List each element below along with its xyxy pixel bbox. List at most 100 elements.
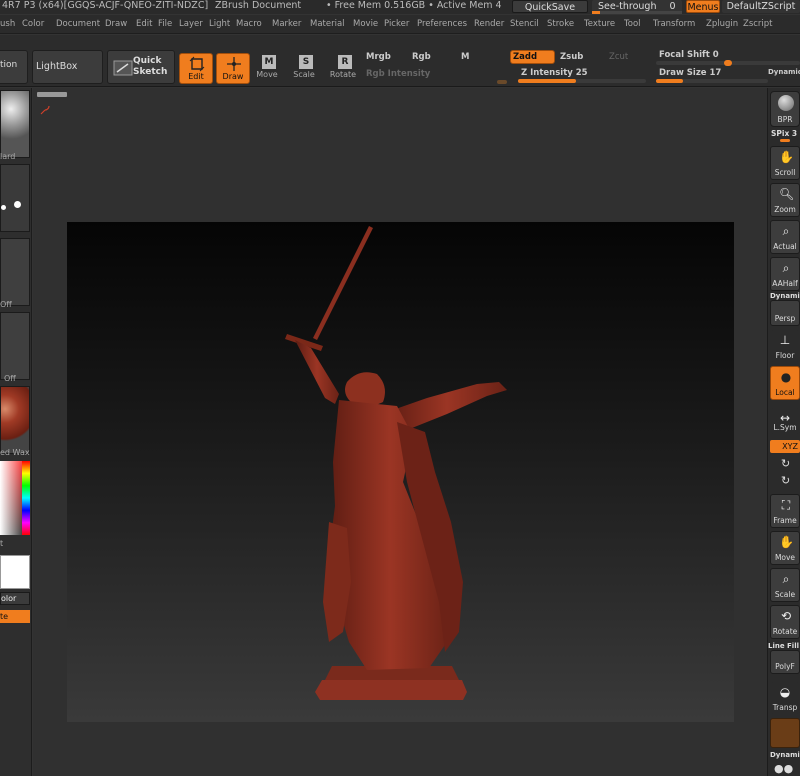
menu-bar: ush Color Document Draw Edit File Layer … [0,15,800,34]
alpha-thumbnail[interactable] [0,238,30,306]
lsym-button[interactable]: ↔ L.Sym [770,408,800,434]
edit-icon [189,56,205,72]
menu-zscript[interactable]: Zscript [743,19,773,29]
menu-macro[interactable]: Macro [236,19,262,29]
material-thumbnail[interactable] [0,386,30,454]
lightbox-button[interactable]: LightBox [32,50,103,84]
stroke-dot-icon [1,205,6,210]
line-fill-label: Line Fill [768,642,800,650]
switch-color-button[interactable]: olor [0,592,30,605]
statue-base [315,680,467,700]
m-button[interactable]: M [461,52,469,62]
texture-thumbnail[interactable] [0,312,30,380]
scale-button[interactable]: S Scale [291,53,317,84]
zcut-button[interactable]: Zcut [609,52,628,62]
move-view-button[interactable]: ✋ Move [770,531,800,565]
move-view-label: Move [774,553,796,562]
dynamic-solo-label: Dynamic [770,751,800,759]
menu-preferences[interactable]: Preferences [417,19,467,29]
draw-size-fill [656,79,683,83]
move-button[interactable]: M Move [254,53,280,84]
title-bar: 4R7 P3 (x64)[GGQS-ACJF-QNEO-ZITI-NDZC] Z… [0,0,800,14]
zsub-button[interactable]: Zsub [560,52,583,62]
default-zscript-button[interactable]: DefaultZScript [722,0,800,13]
scale-view-button[interactable]: ⌕ Scale [770,568,800,602]
menu-edit[interactable]: Edit [136,19,152,29]
frame-button[interactable]: ⛶ Frame [770,494,800,528]
xyz-button[interactable]: XYZ [770,440,800,453]
aahalf-label: AAHalf [772,279,798,288]
draw-button[interactable]: Draw [216,53,250,84]
local-button[interactable]: ● Local [770,366,800,400]
rotate-label: Rotate [329,70,357,79]
scale-label: Scale [293,70,315,79]
menu-tool[interactable]: Tool [624,19,641,29]
rotate-view-button[interactable]: ⟲ Rotate [770,605,800,639]
menu-light[interactable]: Light [209,19,230,29]
menu-file[interactable]: File [158,19,172,29]
rotate-button[interactable]: R Rotate [329,53,357,84]
color-picker[interactable] [0,461,30,535]
mrgb-button[interactable]: Mrgb [366,52,391,62]
quicksave-button[interactable]: QuickSave [512,0,588,13]
menu-material[interactable]: Material [310,19,345,29]
bpr-button[interactable]: BPR [770,91,800,127]
memory-info: • Free Mem 0.516GB • Active Mem 4 [326,0,502,11]
menu-stencil[interactable]: Stencil [510,19,539,29]
menu-picker[interactable]: Picker [384,19,409,29]
focal-shift-slider[interactable] [656,60,800,66]
actual-button[interactable]: ⌕ Actual [770,220,800,254]
dynamic-toggle[interactable]: Dynamic [768,68,800,76]
magnifier-icon: 🔍︎ [779,187,795,201]
draw-size-slider[interactable] [656,79,768,83]
brush-thumbnail[interactable] [0,90,30,158]
magnifier-icon: ⌕ [782,572,790,586]
menu-color[interactable]: Color [22,19,44,29]
scroll-handle[interactable] [37,92,67,97]
polyf-button[interactable]: PolyF [770,650,800,674]
menu-brush[interactable]: ush [0,19,15,29]
rgb-button[interactable]: Rgb [412,52,431,62]
ghost-button[interactable] [770,718,800,748]
document-name: ZBrush Document [215,0,302,11]
rotate-y-icon[interactable]: ↻ [781,457,790,470]
floor-button[interactable]: ⊥ Floor [770,330,800,362]
menu-render[interactable]: Render [474,19,504,29]
hue-strip[interactable] [22,461,30,535]
quick-sketch-button[interactable]: Quick Sketch [107,50,175,84]
main-color-swatch[interactable] [0,555,30,589]
menu-document[interactable]: Document [56,19,100,29]
polyf-label: PolyF [775,662,795,671]
scroll-button[interactable]: ✋ Scroll [770,146,800,180]
menu-draw[interactable]: Draw [105,19,127,29]
texture-caption: Off [4,374,16,383]
rgb-intensity-slider[interactable]: Rgb Intensity [366,69,430,79]
alternate-button[interactable]: te [0,610,30,623]
menu-stroke[interactable]: Stroke [547,19,574,29]
rotation-indicator-icon [40,105,50,115]
menu-zplugin[interactable]: Zplugin [706,19,738,29]
magnifier-icon: ⌕ [782,224,790,238]
alpha-caption: Off [0,300,12,309]
persp-button[interactable]: Persp [770,300,800,326]
zadd-button[interactable]: Zadd [510,50,555,64]
transp-button[interactable]: ◒ Transp [770,682,800,714]
quick-sketch-icon [113,60,133,76]
menu-layer[interactable]: Layer [179,19,203,29]
edit-button[interactable]: Edit [179,53,213,84]
solo-icon[interactable]: ●● [774,762,796,776]
rotate-z-icon[interactable]: ↻ [781,474,790,487]
stroke-thumbnail[interactable] [0,164,30,232]
menu-transform[interactable]: Transform [653,19,695,29]
z-intensity-slider[interactable] [518,79,646,83]
menu-movie[interactable]: Movie [353,19,378,29]
magnifier-icon: ⌕ [782,261,790,275]
projection-button[interactable]: tion [0,50,28,84]
zoom-button[interactable]: 🔍︎ Zoom [770,183,800,217]
aahalf-button[interactable]: ⌕ AAHalf [770,257,800,291]
spix-slider[interactable] [780,139,790,142]
menus-button[interactable]: Menus [686,0,720,13]
canvas[interactable] [67,222,734,722]
menu-texture[interactable]: Texture [584,19,615,29]
menu-marker[interactable]: Marker [272,19,301,29]
